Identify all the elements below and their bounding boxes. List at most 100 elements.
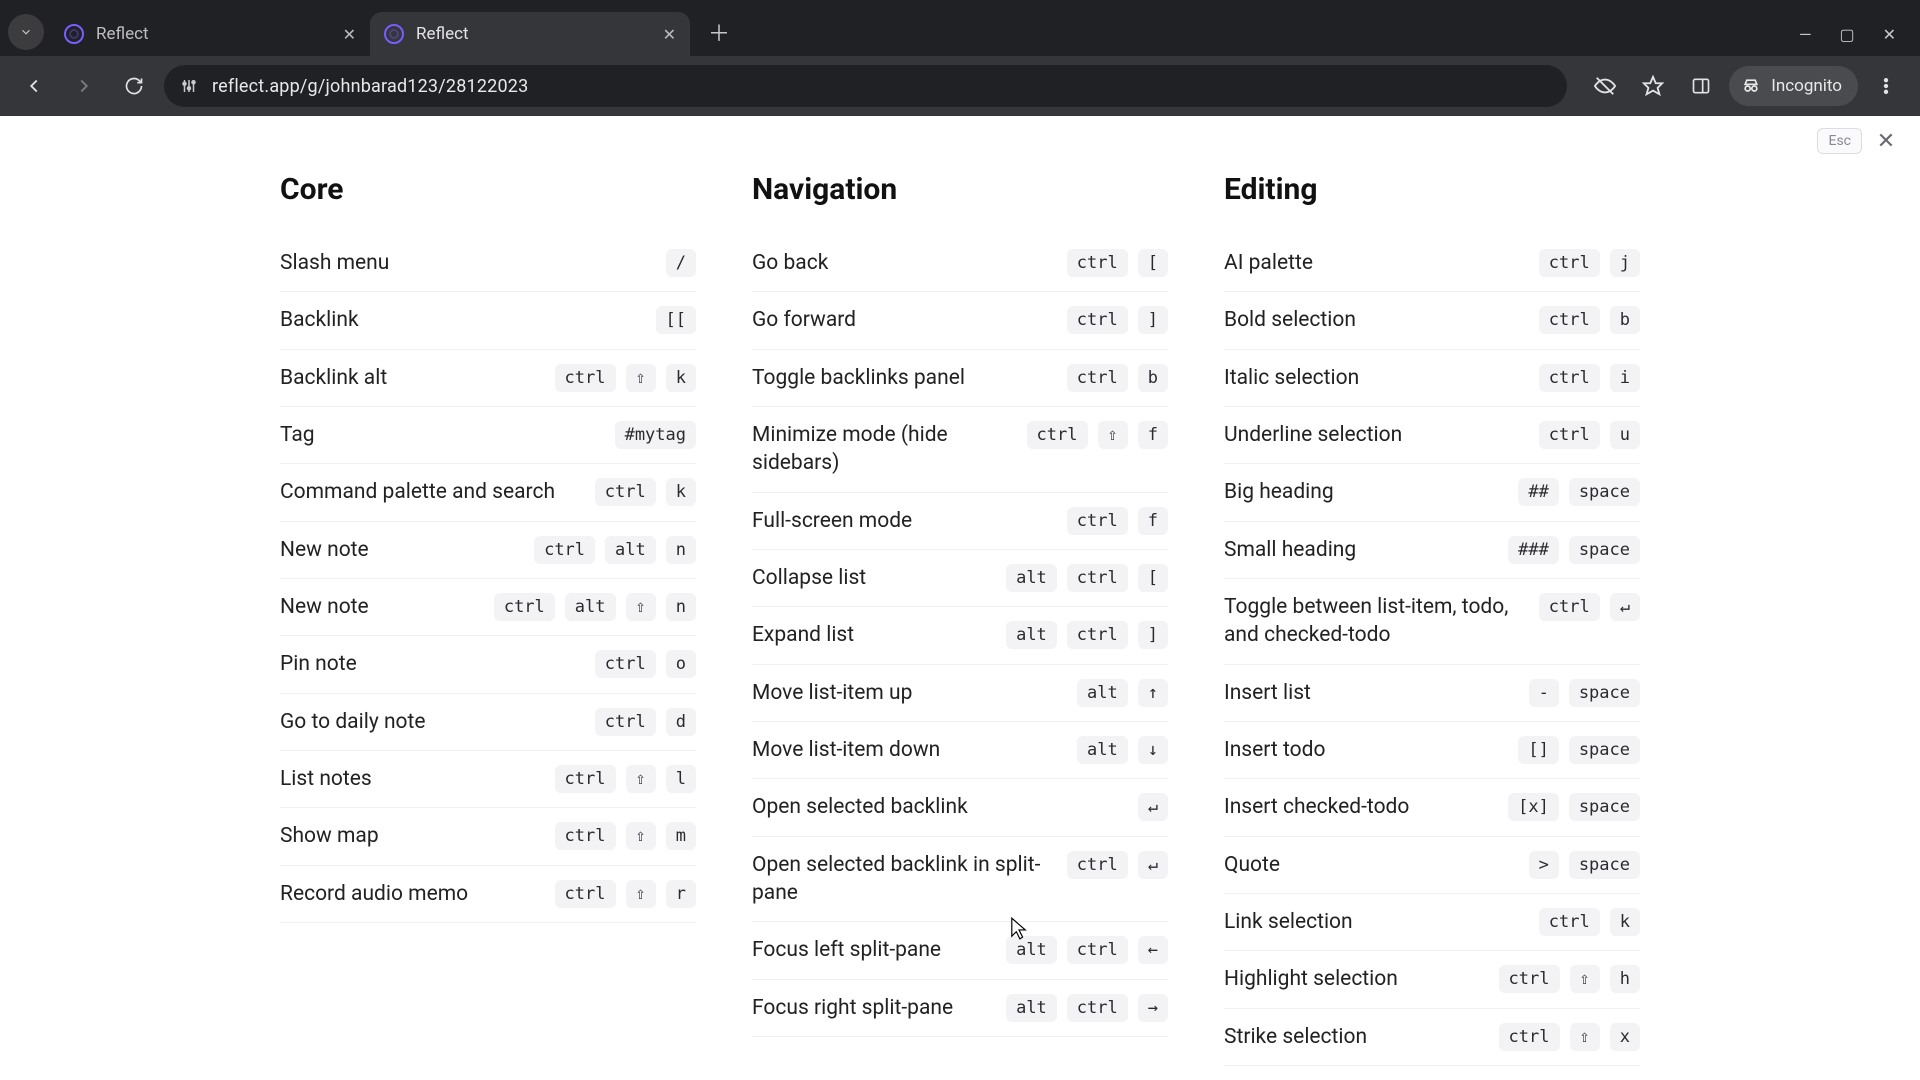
reload-button[interactable] [114,66,154,106]
shortcut-row: Show mapctrl⇧m [280,808,696,865]
shortcut-keys: ctrlu [1539,421,1640,449]
shortcut-row: Tag#mytag [280,407,696,464]
shortcut-keys: ctrl⇧h [1499,965,1640,993]
key-chip: j [1610,249,1640,277]
overlay-close-button[interactable]: ✕ [1872,129,1900,154]
shortcut-row: New notectrlalt⇧n [280,579,696,636]
browser-menu-button[interactable] [1866,66,1906,106]
key-chip: ↑ [1138,679,1168,707]
shortcut-keys: altctrl← [1006,936,1168,964]
key-chip: - [1529,679,1559,707]
key-chip: d [666,708,696,736]
shortcut-keys: ctrl⇧k [555,364,696,392]
key-chip: k [666,478,696,506]
shortcut-label: Collapse list [752,564,866,592]
shortcut-keys: ctrl[ [1067,249,1168,277]
key-chip: ctrl [555,364,616,392]
shortcut-label: New note [280,536,369,564]
esc-key-hint: Esc [1817,128,1862,154]
shortcut-keys: ctrl⇧l [555,765,696,793]
shortcut-label: Toggle between list-item, todo, and chec… [1224,593,1515,650]
tab-title: Reflect [96,24,331,44]
bookmark-star-button[interactable] [1633,66,1673,106]
site-settings-icon[interactable] [180,77,198,95]
new-tab-button[interactable]: ＋ [690,16,744,56]
shortcut-row: Go forwardctrl] [752,292,1168,349]
eye-off-icon[interactable] [1585,66,1625,106]
shortcut-label: Insert checked-todo [1224,793,1409,821]
side-panel-button[interactable] [1681,66,1721,106]
shortcut-label: Strike selection [1224,1023,1367,1051]
maximize-button[interactable]: ▢ [1839,25,1854,44]
key-chip: ⇧ [626,880,656,908]
key-chip: [[ [656,306,696,334]
shortcut-keys: alt↓ [1077,736,1168,764]
incognito-label: Incognito [1771,76,1842,96]
incognito-indicator[interactable]: Incognito [1729,66,1858,106]
key-chip: ### [1508,536,1559,564]
shortcut-label: Minimize mode (hide sidebars) [752,421,1007,478]
shortcut-keys: ##space [1518,478,1640,506]
shortcut-keys: ctrl] [1067,306,1168,334]
shortcut-row: AI palettectrlj [1224,235,1640,292]
shortcut-label: Expand list [752,621,854,649]
shortcut-label: Slash menu [280,249,389,277]
minimize-button[interactable]: — [1799,25,1812,44]
tab-close-button[interactable]: ✕ [663,25,676,44]
forward-button[interactable] [64,66,104,106]
shortcut-keys: ctrl↵ [1067,851,1168,879]
shortcut-keys: ctrld [595,708,696,736]
shortcut-label: Highlight selection [1224,965,1398,993]
key-chip: ctrl [1499,965,1560,993]
column-title: Navigation [752,172,1168,207]
arrow-left-icon [23,75,45,97]
shortcut-keys: ctrl⇧r [555,880,696,908]
shortcut-row: Big heading##space [1224,464,1640,521]
tab-close-button[interactable]: ✕ [343,25,356,44]
key-chip: ⇧ [626,364,656,392]
shortcut-label: Open selected backlink [752,793,968,821]
column-title: Core [280,172,696,207]
key-chip: o [666,650,696,678]
reflect-favicon-icon [64,24,84,44]
shortcut-label: Backlink alt [280,364,387,392]
browser-tab[interactable]: Reflect ✕ [370,12,690,56]
kebab-icon [1876,76,1896,96]
shortcut-row: Move list-item upalt↑ [752,665,1168,722]
key-chip: [ [1138,564,1168,592]
key-chip: ctrl [1539,364,1600,392]
key-chip: k [1610,908,1640,936]
omnibox[interactable]: reflect.app/g/johnbarad123/28122023 [164,65,1567,107]
shortcut-row: Bold selectionctrlb [1224,292,1640,349]
shortcut-row: Go to daily note ctrld [280,694,696,751]
shortcut-keys: ctrl⇧f [1027,421,1168,449]
key-chip: ctrl [1067,564,1128,592]
shortcut-label: Go to daily note [280,708,426,736]
close-window-button[interactable]: ✕ [1883,25,1896,44]
key-chip: ctrl [1539,306,1600,334]
shortcut-label: List notes [280,765,372,793]
key-chip: alt [565,593,616,621]
tab-search-button[interactable] [8,14,44,50]
shortcut-label: Command palette and search [280,478,555,506]
key-chip: ctrl [595,708,656,736]
key-chip: n [666,593,696,621]
shortcut-label: Full-screen mode [752,507,912,535]
key-chip: [] [1518,736,1558,764]
shortcut-row: Insert checked-todo[x]space [1224,779,1640,836]
key-chip: f [1138,421,1168,449]
key-chip: [x] [1508,793,1559,821]
arrow-right-icon [73,75,95,97]
key-chip: space [1569,536,1640,564]
key-chip: / [666,249,696,277]
shortcut-keys: ctrlf [1067,507,1168,535]
url-text: reflect.app/g/johnbarad123/28122023 [212,76,528,97]
key-chip: ctrl [555,765,616,793]
shortcut-keys: >space [1529,851,1640,879]
shortcut-row: Open selected backlink in split-panectrl… [752,837,1168,923]
browser-tab[interactable]: Reflect ✕ [50,12,370,56]
back-button[interactable] [14,66,54,106]
key-chip: ⇧ [1570,965,1600,993]
shortcut-keys: ctrlb [1539,306,1640,334]
shortcut-row: Italic selectionctrli [1224,350,1640,407]
